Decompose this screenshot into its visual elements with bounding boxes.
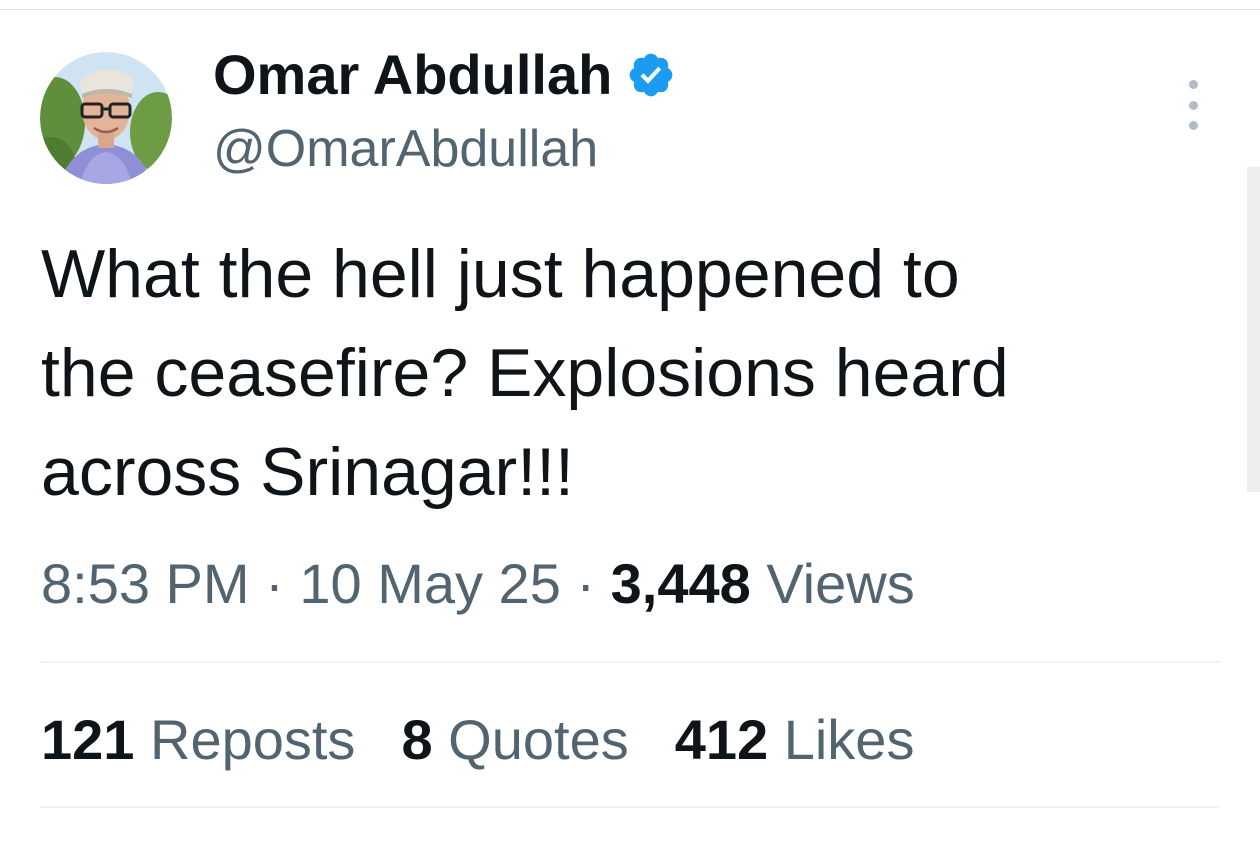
- views-label: Views: [766, 552, 915, 615]
- reposts-count: 121: [41, 708, 135, 771]
- more-vertical-icon-dot: [1188, 121, 1198, 130]
- avatar-image: [40, 52, 172, 184]
- reposts-label: Reposts: [150, 708, 356, 771]
- quotes-stat[interactable]: 8 Quotes: [401, 704, 628, 776]
- views-count: 3,448: [610, 552, 751, 615]
- scrollbar[interactable]: [1247, 167, 1260, 492]
- likes-count: 412: [674, 708, 769, 771]
- more-vertical-icon: [1188, 80, 1198, 89]
- tweet-meta: 8:53 PM · 10 May 25 · 3,448 Views: [41, 548, 915, 620]
- quotes-count: 8: [401, 708, 433, 771]
- more-vertical-icon-dot: [1188, 100, 1198, 110]
- author-display-name[interactable]: Omar Abdullah: [213, 42, 612, 108]
- author-name-row[interactable]: Omar Abdullah: [213, 42, 676, 108]
- meta-separator: ·: [265, 552, 284, 615]
- divider: [40, 661, 1220, 663]
- engagement-stats: 121 Reposts 8 Quotes 412 Likes: [41, 704, 914, 776]
- reposts-stat[interactable]: 121 Reposts: [41, 704, 355, 776]
- tweet-date[interactable]: 10 May 25: [299, 552, 561, 615]
- likes-label: Likes: [783, 708, 915, 771]
- verified-badge-icon: [626, 50, 676, 100]
- author-handle[interactable]: @OmarAbdullah: [213, 116, 598, 182]
- tweet-text: What the hell just happened to the cease…: [41, 236, 1009, 510]
- meta-separator: ·: [576, 552, 596, 615]
- top-divider: [0, 9, 1260, 10]
- avatar[interactable]: [40, 52, 172, 184]
- tweet-time[interactable]: 8:53 PM: [41, 552, 250, 615]
- more-options-button[interactable]: [1178, 80, 1208, 130]
- quotes-label: Quotes: [448, 708, 629, 771]
- likes-stat[interactable]: 412 Likes: [675, 704, 915, 776]
- divider: [40, 806, 1220, 808]
